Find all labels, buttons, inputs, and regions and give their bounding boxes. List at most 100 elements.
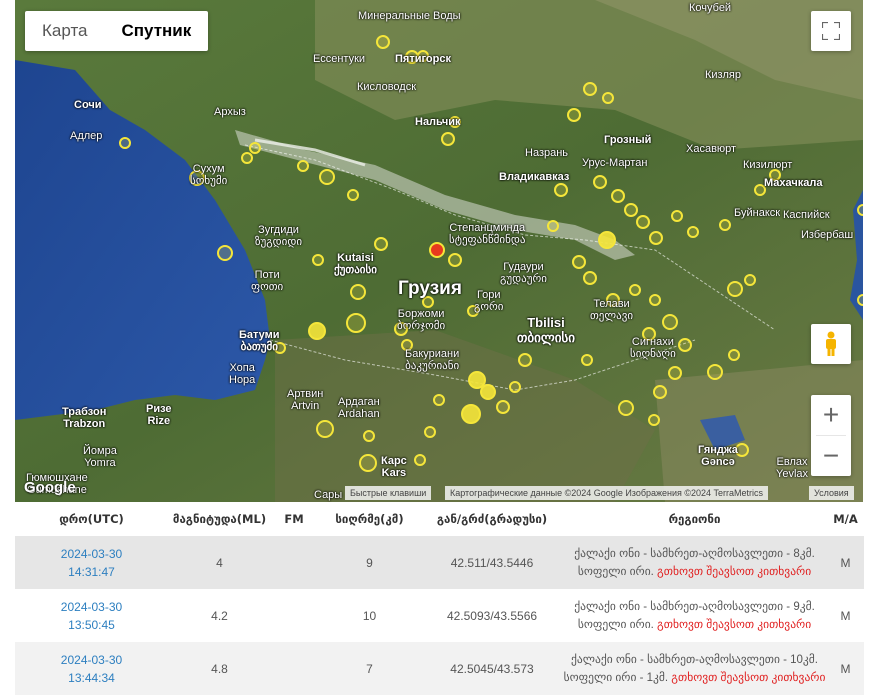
date-text[interactable]: 2024-03-30: [61, 653, 122, 667]
pegman-icon: [826, 331, 836, 356]
city-label-kaspiysk: Каспийск: [783, 209, 830, 221]
header-depth[interactable]: სიღრმე(კმ): [317, 502, 422, 536]
city-label-signakhi: Сигнахи სიღნაღი: [630, 336, 676, 360]
country-label-georgia: Грузия: [398, 278, 462, 299]
time-text[interactable]: 13:50:45: [68, 618, 115, 632]
map-type-button[interactable]: Карта: [25, 11, 105, 51]
city-label-trabzon: Трабзон Trabzon: [62, 406, 107, 430]
depth-cell: 9: [317, 536, 422, 589]
questionnaire-link[interactable]: გთხოვთ შეავსოთ კითხვარი: [657, 619, 811, 631]
city-label-artvin: Артвин Artvin: [287, 388, 324, 412]
city-label-tbilisi: Tbilisi თბილისი: [517, 315, 575, 345]
date-text[interactable]: 2024-03-30: [61, 600, 122, 614]
city-label-sochi: Сочи: [74, 99, 102, 111]
city-label-ardagan: Ардаган Ardahan: [338, 396, 380, 420]
magnitude-cell: 4: [168, 536, 271, 589]
region-cell: ქალაქი ონი - სამხრეთ-აღმოსავლეთი - 8კმ. …: [562, 536, 827, 589]
city-label-pyatigorsk: Пятигорск: [395, 53, 451, 65]
seismic-map[interactable]: Минеральные Воды Пятигорск Ессентуки Кис…: [15, 0, 863, 502]
city-label-gori: Гори გორი: [474, 289, 504, 313]
depth-cell: 7: [317, 642, 422, 695]
coords-cell: 42.5093/43.5566: [446, 608, 538, 623]
table-header-row: დრო(UTC) მაგნიტუდა(ML) FM სიღრმე(კმ) გან…: [15, 502, 864, 536]
city-label-adler: Адлер: [70, 130, 103, 142]
fm-cell: [271, 642, 317, 695]
magnitude-cell: 4.8: [168, 642, 271, 695]
fm-cell: [271, 589, 317, 642]
fm-cell: [271, 536, 317, 589]
header-ma[interactable]: M/A: [827, 502, 864, 536]
time-text[interactable]: 13:44:34: [68, 671, 115, 685]
city-label-khasavyurt: Хасавюрт: [686, 143, 737, 155]
city-label-kutaisi: Kutaisi ქუთაისი: [334, 252, 377, 276]
city-label-khopa: Хопа Hopa: [229, 362, 256, 386]
date-cell[interactable]: 2024-03-30 13:50:45: [15, 589, 168, 642]
city-label-kizlyar: Кизляр: [705, 69, 741, 81]
date-text[interactable]: 2024-03-30: [61, 547, 122, 561]
header-date[interactable]: დრო(UTC): [15, 502, 168, 536]
city-label-izberbash: Избербаш: [801, 229, 854, 241]
city-label-batumi: Батуми ბათუმი: [239, 329, 280, 353]
time-text[interactable]: 14:31:47: [68, 565, 115, 579]
coords-cell: 42.511/43.5446: [422, 536, 562, 589]
city-label-makhachkala: Махачкала: [764, 177, 823, 189]
date-cell[interactable]: 2024-03-30 14:31:47: [15, 536, 168, 589]
city-label-ganja: Гянджа Gəncə: [698, 444, 738, 468]
city-label-grozny: Грозный: [604, 134, 652, 146]
city-label-kislovodsk: Кисловодск: [357, 81, 417, 93]
ma-cell: M: [827, 642, 864, 695]
zoom-control: + −: [811, 395, 851, 476]
latest-quake-marker: [429, 242, 445, 258]
questionnaire-link[interactable]: გთხოვთ შეავსოთ კითხვარი: [657, 566, 811, 578]
street-view-button[interactable]: [811, 324, 851, 364]
depth-cell: 10: [362, 608, 377, 623]
city-label-nazran: Назрань: [525, 147, 569, 159]
city-label-buynaksk: Буйнакск: [734, 207, 781, 219]
city-label-yomra: Йомра Yomra: [83, 445, 117, 469]
fullscreen-button[interactable]: [811, 11, 851, 51]
map-type-switch: Карта Спутник: [25, 11, 209, 51]
google-logo: Google: [24, 479, 76, 496]
zoom-in-button[interactable]: +: [811, 395, 851, 435]
city-label-telavi: Телави თელავი: [590, 298, 634, 322]
earthquake-table: დრო(UTC) მაგნიტუდა(ML) FM სიღრმე(კმ) გან…: [15, 502, 864, 695]
satellite-type-button[interactable]: Спутник: [105, 11, 209, 51]
header-magnitude[interactable]: მაგნიტუდა(ML): [168, 502, 271, 536]
city-label-kizilyurt: Кизилюрт: [743, 159, 793, 171]
date-cell[interactable]: 2024-03-30 13:44:34: [15, 642, 168, 695]
ma-cell: M: [840, 608, 851, 623]
zoom-out-button[interactable]: −: [811, 436, 851, 476]
city-label-arkhyz: Архыз: [214, 106, 246, 118]
ma-cell: M: [827, 536, 864, 589]
city-label-nalchik: Нальчик: [415, 116, 461, 128]
header-region[interactable]: რეგიონი: [562, 502, 827, 536]
city-label-bakuriani: Бакуриани ბაკურიანი: [405, 348, 460, 372]
fullscreen-icon: [822, 22, 840, 40]
region-cell: ქალაქი ონი - სამხრეთ-აღმოსავლეთი - 9კმ. …: [562, 589, 827, 642]
city-label-kars: Карс Kars: [381, 455, 407, 479]
map-attribution: Картографические данные ©2024 Google Изо…: [445, 486, 769, 500]
city-label-kochubey: Кочубей: [689, 2, 732, 14]
region-cell: ქალაქი ონი - სამხრეთ-აღმოსავლეთი - 10კმ.…: [562, 642, 827, 695]
city-label-gudauri: Гудаури გუდაური: [500, 261, 547, 285]
city-label-stepantsminda: Степанцминда სტეფანწმინდა: [449, 222, 526, 246]
city-label-zugdidi: Зугдиди ზუგდიდი: [255, 224, 303, 248]
city-label-borjomi: Боржоми ბორჯომი: [397, 308, 446, 332]
terms-link[interactable]: Условия: [809, 486, 854, 500]
keyboard-shortcuts-link[interactable]: Быстрые клавиши: [345, 486, 432, 500]
city-label-poti: Поти ფოთი: [251, 269, 284, 293]
questionnaire-link[interactable]: გთხოვთ შეავსოთ კითხვარი: [671, 672, 825, 684]
header-fm[interactable]: FM: [271, 502, 317, 536]
city-label-yevlakh: Евлах Yevlax: [776, 456, 809, 480]
city-label-sukhum: Сухум სოხუმი: [190, 163, 228, 187]
city-label-essentuki: Ессентуки: [313, 53, 366, 65]
table-row[interactable]: 2024-03-30 14:31:47 4 9 42.511/43.5446 ქა…: [15, 536, 864, 589]
city-label-vladikavkaz: Владикавказ: [499, 171, 570, 183]
table-row[interactable]: 2024-03-30 13:50:45 4.2 10 42.5093/43.556…: [15, 589, 864, 642]
table-row[interactable]: 2024-03-30 13:44:34 4.8 7 42.5045/43.573 …: [15, 642, 864, 695]
coords-cell: 42.5045/43.573: [422, 642, 562, 695]
city-label-urus-martan: Урус-Мартан: [582, 157, 648, 169]
city-label-rize: Ризе Rize: [146, 403, 172, 427]
header-coords[interactable]: გან/გრძ(გრადუსი): [422, 502, 562, 536]
city-label-mineralnye-vody: Минеральные Воды: [358, 10, 461, 22]
